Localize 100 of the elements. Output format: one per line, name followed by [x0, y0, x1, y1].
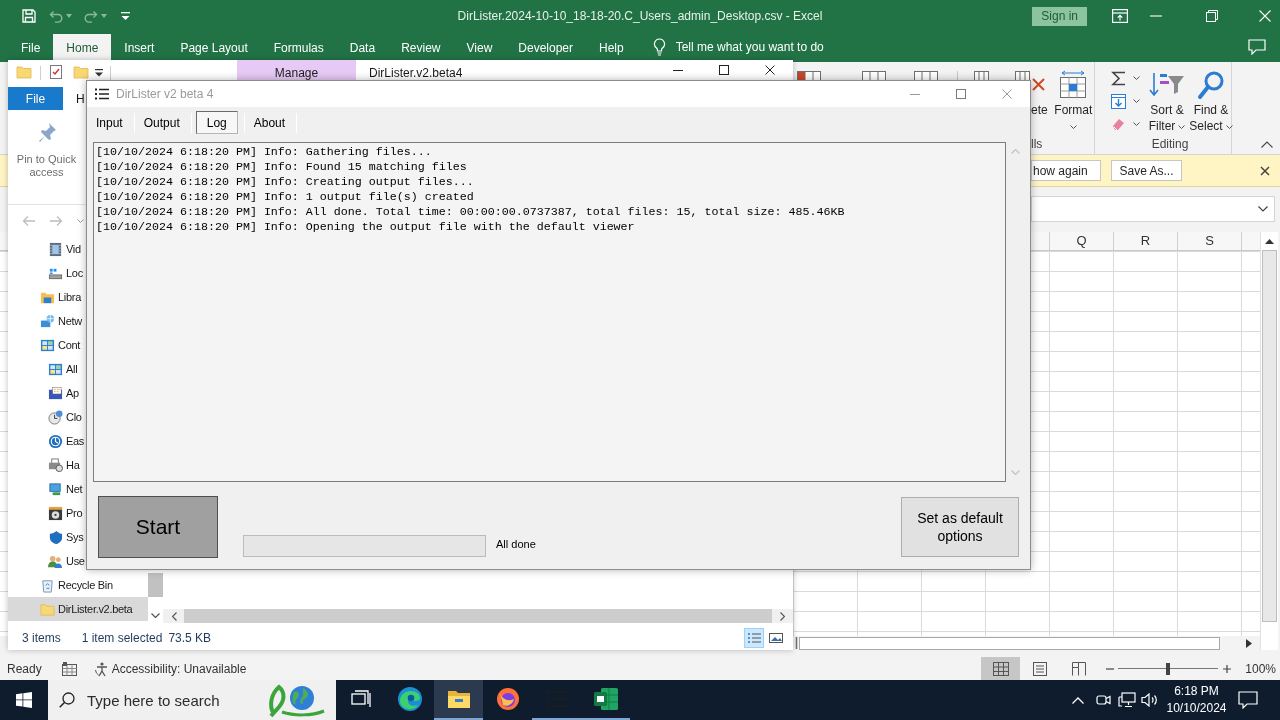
ribbon-tab[interactable]: Insert — [111, 34, 168, 62]
chevron-down-icon[interactable] — [1258, 206, 1268, 212]
nav-tree-item[interactable]: Use — [8, 549, 86, 573]
accessibility-button[interactable]: Accessibility: Unavailable — [93, 659, 247, 678]
windows-logo-icon[interactable] — [16, 692, 32, 708]
delete-button[interactable]: ete — [1031, 62, 1053, 137]
ribbon-tab[interactable]: View — [453, 34, 506, 62]
ribbon-tab[interactable]: Page Layout — [167, 34, 261, 62]
checklist-icon[interactable] — [48, 64, 64, 80]
pin-button[interactable]: Pin to Quick access — [10, 110, 83, 204]
network-icon[interactable] — [1118, 692, 1136, 708]
nav-tree-item[interactable]: Sys — [8, 525, 85, 549]
ribbon-display-icon[interactable] — [1112, 9, 1128, 23]
log-line: [10/10/2024 6:18:20 PM] Info: Gathering files... — [96, 145, 432, 160]
nav-tree-item[interactable]: DirLister.v2.beta — [8, 597, 148, 621]
grid-icon[interactable] — [914, 71, 938, 80]
tab[interactable]: Output — [135, 111, 188, 134]
nav-tree-item[interactable]: Netw — [8, 309, 83, 333]
caret-icon[interactable] — [1133, 122, 1140, 126]
nav-tree-item[interactable]: Pro — [8, 501, 84, 525]
scroll-up-icon[interactable] — [1265, 239, 1274, 244]
notification-icon[interactable] — [1238, 691, 1258, 709]
tab[interactable]: Input — [88, 111, 131, 134]
video-camera-icon[interactable] — [1096, 692, 1111, 708]
grid-icon[interactable] — [974, 71, 989, 80]
find-select-button[interactable]: Find & Select — [1189, 62, 1233, 137]
scroll-down-icon[interactable] — [151, 613, 160, 618]
ribbon-tab[interactable]: File — [8, 34, 54, 62]
scroll-right-icon[interactable] — [780, 611, 785, 621]
normal-view-button[interactable] — [981, 657, 1021, 680]
close-icon[interactable] — [1260, 165, 1270, 176]
search-field[interactable]: Type here to search — [48, 680, 264, 720]
clock-date: 10/10/2024 — [1166, 700, 1227, 717]
grid-icon[interactable] — [862, 71, 886, 80]
customize-toolbar-icon[interactable] — [121, 11, 130, 21]
caret-icon[interactable] — [1133, 76, 1140, 80]
nav-tree-item[interactable]: Vid — [8, 237, 82, 261]
scrollbar-thumb[interactable] — [148, 573, 163, 597]
set-default-button[interactable]: Set as default options — [901, 497, 1019, 557]
nav-tree-item[interactable]: Ha — [8, 453, 81, 477]
log-line: [10/10/2024 6:18:20 PM] Info: All done. Total time: 00:00:00.0737387, total files: 15, total size: 485.46KB — [96, 205, 845, 220]
control-panel-icon — [48, 361, 63, 377]
nav-tree-item[interactable]: Loc — [8, 261, 84, 285]
message-bar-button[interactable]: Save As... — [1111, 160, 1182, 181]
slider-thumb[interactable] — [1166, 662, 1171, 675]
save-icon — [21, 8, 37, 24]
ribbon-tab[interactable]: Home — [53, 34, 112, 62]
maximize-icon[interactable] — [719, 65, 729, 75]
window-grid-icon — [48, 385, 63, 401]
nav-tree-item[interactable]: Net — [8, 477, 84, 501]
users-icon — [48, 553, 63, 569]
file-explorer-button[interactable] — [434, 680, 483, 720]
clock-icon — [48, 409, 63, 425]
tab[interactable]: About — [245, 111, 294, 134]
sort-filter-button[interactable]: Sort & Filter — [1145, 62, 1189, 137]
caret-icon[interactable] — [1133, 99, 1140, 103]
collapse-ribbon-icon[interactable] — [1261, 141, 1273, 148]
volume-icon[interactable] — [1141, 693, 1158, 707]
scrollbar-thumb[interactable] — [1262, 250, 1277, 622]
zoom-in-icon[interactable] — [1223, 664, 1232, 673]
message-bar-button[interactable]: how again — [1031, 160, 1101, 181]
close-icon[interactable] — [765, 65, 775, 75]
formula-field[interactable] — [1031, 196, 1275, 222]
nav-tree-item[interactable]: Cont — [8, 333, 82, 357]
ribbon-tab[interactable]: Formulas — [260, 34, 337, 62]
caret-icon[interactable] — [1225, 124, 1233, 129]
nav-tree-item[interactable]: All — [8, 357, 79, 381]
ribbon-tab[interactable]: Developer — [505, 34, 586, 62]
format-button[interactable]: Format — [1052, 62, 1094, 137]
chevron-up-icon[interactable] — [1072, 696, 1084, 704]
restore-icon[interactable] — [1206, 10, 1218, 22]
start-button[interactable]: Start — [98, 496, 218, 558]
caret-icon[interactable] — [1069, 125, 1077, 129]
ribbon-tab[interactable]: Data — [336, 34, 389, 62]
nav-tree-item[interactable]: Eas — [8, 429, 86, 453]
grid-icon[interactable] — [1015, 71, 1030, 80]
sheet-icon[interactable] — [61, 661, 77, 676]
ribbon-tab[interactable]: H — [76, 87, 85, 110]
customize-toolbar-icon[interactable] — [95, 69, 103, 77]
details-view-button[interactable] — [744, 627, 764, 648]
nav-tree-item[interactable]: Ap — [8, 381, 80, 405]
tab[interactable]: Log — [195, 111, 238, 134]
folder-icon — [40, 601, 55, 617]
split-handle-icon[interactable] — [795, 637, 798, 649]
scroll-right-icon[interactable] — [1246, 638, 1252, 648]
comment-icon[interactable] — [1248, 39, 1266, 55]
caret-icon[interactable] — [1178, 124, 1186, 129]
zoom-level[interactable]: 100% — [1245, 659, 1276, 678]
scroll-left-icon[interactable] — [172, 611, 177, 621]
tell-me-search[interactable]: Tell me what you want to do — [675, 38, 824, 56]
ribbon-tab[interactable]: Review — [388, 34, 454, 62]
scrollbar-thumb[interactable] — [799, 636, 1220, 650]
ribbon-tab[interactable]: Help — [586, 34, 637, 62]
zoom-slider[interactable] — [1118, 662, 1219, 675]
nav-tree-item[interactable]: Libra — [8, 285, 82, 309]
nav-tree-item[interactable]: Clo — [8, 405, 83, 429]
sign-in-button[interactable]: Sign in — [1032, 6, 1087, 26]
caret-icon[interactable] — [77, 219, 84, 223]
nav-tree-item[interactable]: Recycle Bin — [8, 573, 114, 597]
ribbon-tab[interactable]: File — [8, 87, 63, 110]
